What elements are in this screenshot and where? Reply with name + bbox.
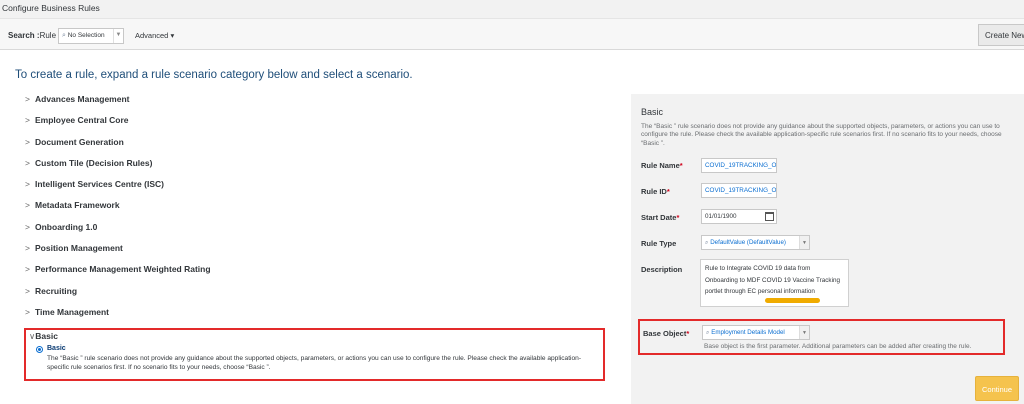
description-textarea[interactable]: Rule to Integrate COVID 19 data from Onb… [700, 259, 849, 307]
base-object-help: Base object is the first parameter. Addi… [704, 343, 972, 350]
chevron-down-icon[interactable]: ▼ [799, 236, 809, 249]
category-item[interactable]: > Performance Management Weighted Rating [25, 264, 211, 285]
base-object-select[interactable]: ⌕ Employment Details Model ▼ [702, 325, 810, 340]
search-label: Search :Rule [8, 31, 57, 40]
chevron-right-icon: > [25, 179, 30, 190]
chevron-down-icon: ▾ [170, 31, 175, 40]
chevron-right-icon: > [25, 200, 30, 211]
rule-type-select[interactable]: ⌕ DefaultValue (DefaultValue) ▼ [701, 235, 810, 250]
chevron-right-icon: > [25, 115, 30, 126]
basic-category-expanded: ∨Basic Basic The “Basic ” rule scenario … [24, 328, 605, 381]
description-line: Rule to Integrate COVID 19 data from [705, 265, 811, 272]
basic-scenario-name[interactable]: Basic [47, 345, 66, 352]
rule-name-label: Rule Name* [641, 161, 683, 170]
search-rule-select[interactable]: ⌕ No Selection ▼ [58, 28, 124, 44]
category-item[interactable]: > Document Generation [25, 137, 211, 158]
chevron-right-icon: > [25, 136, 30, 147]
window-title: Configure Business Rules [0, 0, 1024, 18]
description-line: Onboarding to MDF COVID 19 Vaccine Track… [705, 276, 840, 284]
category-item[interactable]: > Position Management [25, 243, 211, 264]
category-item[interactable]: > Custom Tile (Decision Rules) [25, 158, 211, 179]
start-date-label: Start Date* [641, 213, 680, 222]
search-bar: Search :Rule ⌕ No Selection ▼ Advanced ▾ [0, 18, 1024, 50]
rule-id-label: Rule ID* [641, 187, 670, 196]
calendar-icon[interactable] [765, 212, 774, 221]
advanced-search-toggle[interactable]: Advanced ▾ [135, 31, 174, 40]
category-item[interactable]: > Onboarding 1.0 [25, 222, 211, 243]
panel-title: Basic [641, 107, 664, 117]
description-line: portlet through EC personal information [705, 288, 815, 295]
category-item[interactable]: > Recruiting [25, 286, 211, 307]
description-label: Description [641, 265, 683, 274]
scenario-category-list: > Advances Management > Employee Central C… [25, 94, 211, 328]
category-item[interactable]: > Employee Central Core [25, 115, 211, 136]
textarea-scrollbar[interactable] [765, 298, 820, 303]
base-object-section: Base Object* ⌕ Employment Details Model ▼… [638, 319, 1005, 355]
search-icon: ⌕ [705, 239, 709, 246]
search-select-value: No Selection [67, 32, 105, 39]
chevron-right-icon: > [25, 306, 30, 317]
chevron-down-icon[interactable]: ▼ [113, 29, 123, 43]
category-item[interactable]: > Intelligent Services Centre (ISC) [25, 179, 211, 200]
chevron-right-icon: > [25, 243, 30, 254]
search-icon: ⌕ [62, 32, 66, 39]
chevron-right-icon: > [25, 264, 30, 275]
rule-detail-panel: Basic The “Basic ” rule scenario does no… [631, 94, 1024, 404]
rule-type-label: Rule Type [641, 239, 677, 248]
rule-id-input[interactable]: COVID_19TRACKING_Of [701, 183, 777, 198]
panel-description: The “Basic ” rule scenario does not prov… [641, 123, 1002, 147]
create-new-button[interactable]: Create New [978, 24, 1024, 46]
category-item[interactable]: > Advances Management [25, 94, 211, 115]
page-instruction: To create a rule, expand a rule scenario… [15, 69, 413, 81]
category-item[interactable]: > Time Management [25, 307, 211, 328]
chevron-right-icon: > [25, 157, 30, 168]
search-icon: ⌕ [706, 329, 710, 336]
chevron-right-icon: > [25, 94, 30, 104]
search-rule-label: Rule [39, 31, 57, 40]
category-item[interactable]: > Metadata Framework [25, 200, 211, 221]
basic-scenario-radio[interactable] [36, 346, 43, 353]
basic-category-header[interactable]: ∨Basic [29, 331, 58, 342]
basic-scenario-description: The “Basic ” rule scenario does not prov… [47, 355, 582, 371]
chevron-right-icon: > [25, 221, 30, 232]
continue-button[interactable]: Continue [975, 376, 1019, 401]
base-object-label: Base Object* [643, 329, 690, 338]
chevron-right-icon: > [25, 285, 30, 296]
rule-name-input[interactable]: COVID_19TRACKING_Of [701, 158, 777, 173]
start-date-input[interactable]: 01/01/1900 [701, 209, 777, 224]
chevron-down-icon[interactable]: ▼ [799, 326, 809, 339]
